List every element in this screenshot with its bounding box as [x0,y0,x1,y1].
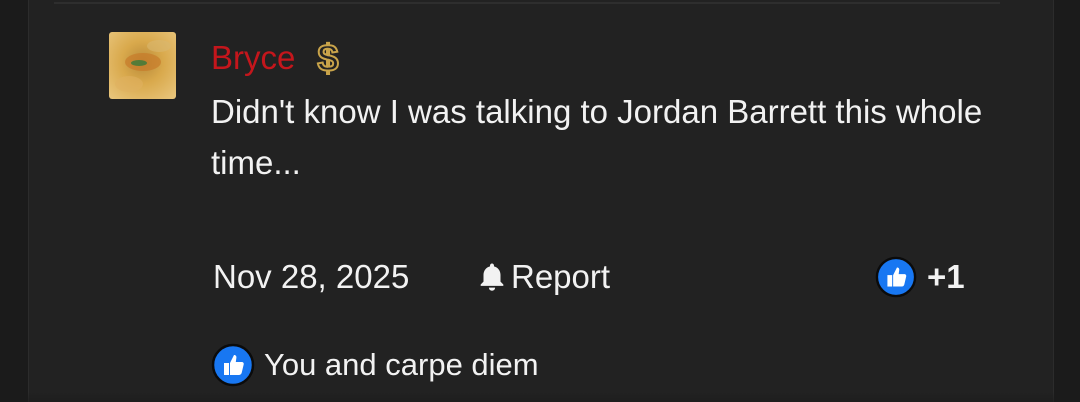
post-message: Didn't know I was talking to Jordan Barr… [211,93,983,181]
bell-icon [480,263,504,291]
divider [54,2,1000,4]
author-row: Bryce $ [211,37,345,81]
report-label: Report [511,258,611,295]
reaction-count: +1 [927,258,965,295]
reactors-list[interactable]: You and carpe diem [211,343,539,387]
svg-text:$: $ [318,38,339,78]
bottom-shade [0,392,1080,402]
post-footer: Nov 28, 2025 Report +1 [213,255,973,299]
report-button[interactable]: Report [475,255,610,299]
reactors-text: You and carpe diem [264,347,539,382]
thumbs-up-icon [875,256,917,298]
avatar[interactable] [109,32,176,99]
reaction-summary[interactable]: +1 [875,255,965,299]
dollar-badge-icon: $ [311,37,345,81]
post-date[interactable]: Nov 28, 2025 [213,255,409,299]
author-name[interactable]: Bryce [211,38,295,78]
thumbs-up-icon [211,343,255,387]
post-card [28,0,1054,402]
